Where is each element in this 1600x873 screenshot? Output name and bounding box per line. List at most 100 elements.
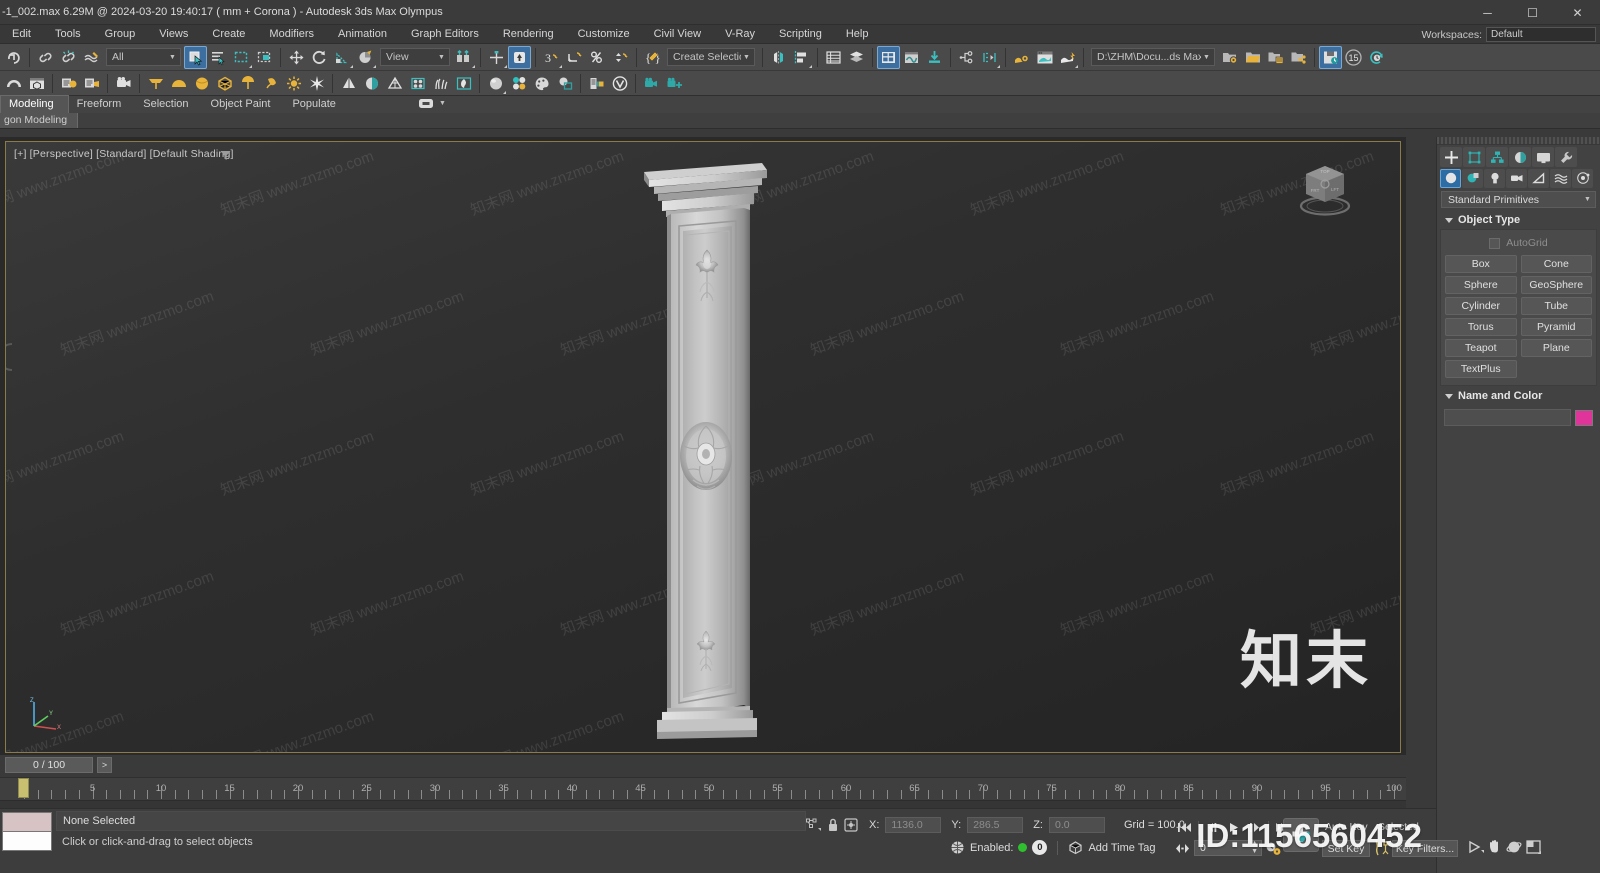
plane-button[interactable]: Plane: [1520, 339, 1592, 357]
material-map-browser-icon[interactable]: [553, 72, 576, 95]
autosave-toggle-icon[interactable]: [1319, 45, 1342, 69]
utilities-tab[interactable]: [1555, 147, 1577, 167]
textplus-button[interactable]: TextPlus: [1445, 360, 1517, 378]
menu-views[interactable]: Views: [147, 25, 200, 44]
render-setup-icon[interactable]: [1010, 46, 1033, 69]
reference-coordinate-combo[interactable]: View ▼: [380, 48, 450, 66]
vray-dome-light-icon[interactable]: [167, 72, 190, 95]
vray-sun-icon[interactable]: [259, 72, 282, 95]
use-pivot-point-center-icon[interactable]: [453, 46, 476, 69]
camera-icon[interactable]: [112, 72, 135, 95]
select-and-place-icon[interactable]: [354, 46, 377, 69]
autogrid-checkbox[interactable]: [1489, 237, 1501, 249]
next-frame-button[interactable]: >: [97, 757, 112, 773]
ribbon-tab-selection[interactable]: Selection: [135, 96, 202, 113]
select-and-link-icon[interactable]: [34, 46, 57, 69]
menu-rendering[interactable]: Rendering: [491, 25, 566, 44]
key-mode-toggle-icon[interactable]: [1175, 842, 1191, 855]
vray-proxy-icon[interactable]: [337, 72, 360, 95]
material-editor-icon[interactable]: [484, 72, 507, 95]
display-tab[interactable]: [1532, 147, 1554, 167]
set-project-folder-icon[interactable]: [1218, 46, 1241, 69]
schematic-view-icon[interactable]: [955, 46, 978, 69]
hierarchy-tab[interactable]: [1486, 147, 1508, 167]
curve-editor-icon[interactable]: [900, 46, 923, 69]
menu-help[interactable]: Help: [834, 25, 881, 44]
add-time-tag-label[interactable]: Add Time Tag: [1088, 842, 1155, 854]
selected-label[interactable]: Selected: [1378, 821, 1419, 833]
percent-snap-toggle-icon[interactable]: [586, 46, 609, 69]
mini-listener-input[interactable]: [2, 832, 52, 851]
mirror-icon[interactable]: [767, 46, 790, 69]
maximize-button[interactable]: ☐: [1510, 0, 1555, 25]
viewport-filter-icon[interactable]: [220, 150, 231, 161]
object-type-rollout-header[interactable]: Object Type: [1437, 210, 1600, 229]
object-color-swatch[interactable]: [1575, 409, 1593, 426]
lock-selection-icon[interactable]: [826, 817, 840, 833]
command-panel-grip[interactable]: [1437, 137, 1600, 145]
align-icon[interactable]: [790, 46, 813, 69]
ribbon-tab-modeling[interactable]: Modeling: [0, 95, 69, 113]
vray-sphere-light-icon[interactable]: [190, 72, 213, 95]
systems-cat[interactable]: [1572, 168, 1593, 188]
corona-camera-icon[interactable]: [80, 72, 103, 95]
menu-vray[interactable]: V-Ray: [713, 25, 767, 44]
key-filters-button[interactable]: Key Filters...: [1392, 840, 1458, 857]
viewcube[interactable]: TOP FRT LFT: [1292, 160, 1358, 218]
snaps-toggle-icon[interactable]: [485, 46, 508, 69]
menu-create[interactable]: Create: [200, 25, 257, 44]
vray-camera-new-icon[interactable]: [663, 72, 686, 95]
vray-camera-add-icon[interactable]: [640, 72, 663, 95]
project-folder-combo[interactable]: D:\ZHM\Docu...ds Max 2024 ▼: [1091, 48, 1215, 66]
y-coordinate-field[interactable]: 286.5: [967, 817, 1024, 833]
vray-logo-icon[interactable]: [608, 72, 631, 95]
menu-group[interactable]: Group: [93, 25, 148, 44]
material-palette-icon[interactable]: [530, 72, 553, 95]
select-and-scale-icon[interactable]: [331, 46, 354, 69]
angle-snap-toggle-icon[interactable]: [508, 45, 531, 69]
vray-mesh-light-icon[interactable]: [213, 72, 236, 95]
geometry-cat[interactable]: [1440, 168, 1461, 188]
mini-listener-output[interactable]: [2, 812, 52, 832]
go-to-start-button[interactable]: [1175, 819, 1194, 836]
tube-button[interactable]: Tube: [1520, 297, 1592, 315]
track-bar[interactable]: 5 10 15 20 25 30 35 40 45 50 55 60 65 70 75 80 85 90 95 100: [0, 777, 1406, 809]
next-frame-button[interactable]: [1245, 819, 1264, 836]
close-button[interactable]: ✕: [1555, 0, 1600, 25]
menu-customize[interactable]: Customize: [566, 25, 642, 44]
maxscript-mini-listener[interactable]: [2, 812, 52, 852]
percent-snap-3-icon[interactable]: 3: [540, 46, 563, 69]
enabled-indicator[interactable]: [1018, 843, 1028, 852]
ribbon-tab-populate[interactable]: Populate: [284, 96, 349, 113]
select-object-icon[interactable]: [184, 45, 207, 69]
time-ruler[interactable]: 5 10 15 20 25 30 35 40 45 50 55 60 65 70 75 80 85 90 95 100: [0, 778, 1406, 800]
menu-graph-editors[interactable]: Graph Editors: [399, 25, 491, 44]
select-and-rotate-icon[interactable]: [308, 46, 331, 69]
autobackup-restore-icon[interactable]: [1365, 46, 1388, 69]
select-and-move-icon[interactable]: [285, 46, 308, 69]
shapes-cat[interactable]: [1462, 168, 1483, 188]
menu-modifiers[interactable]: Modifiers: [257, 25, 326, 44]
vray-ies-light-icon[interactable]: [236, 72, 259, 95]
vray-fur-icon[interactable]: [429, 72, 452, 95]
modify-tab[interactable]: [1463, 147, 1485, 167]
pyramid-button[interactable]: Pyramid: [1520, 318, 1592, 336]
spacewarps-cat[interactable]: [1550, 168, 1571, 188]
ribbon-subtab-polygon-modeling[interactable]: gon Modeling: [0, 113, 79, 128]
object-name-input[interactable]: [1444, 409, 1571, 426]
x-coordinate-field[interactable]: 1136.0: [885, 817, 942, 833]
cylinder-button[interactable]: Cylinder: [1445, 297, 1517, 315]
menu-civil-view[interactable]: Civil View: [642, 25, 713, 44]
box-button[interactable]: Box: [1445, 255, 1517, 273]
menu-edit[interactable]: Edit: [0, 25, 43, 44]
window-crossing-toggle-icon[interactable]: [253, 46, 276, 69]
torus-button[interactable]: Torus: [1445, 318, 1517, 336]
layer-explorer-icon[interactable]: [822, 46, 845, 69]
load-animation-icon[interactable]: [923, 46, 946, 69]
set-key-button[interactable]: Set Key: [1322, 840, 1370, 857]
unlink-selection-icon[interactable]: [57, 46, 80, 69]
spinner-snap-toggle-icon[interactable]: [609, 46, 632, 69]
add-time-tag-big-button[interactable]: [1283, 818, 1319, 852]
steering-wheel-icon[interactable]: [6, 342, 14, 372]
time-tag-icon[interactable]: [1068, 840, 1083, 855]
